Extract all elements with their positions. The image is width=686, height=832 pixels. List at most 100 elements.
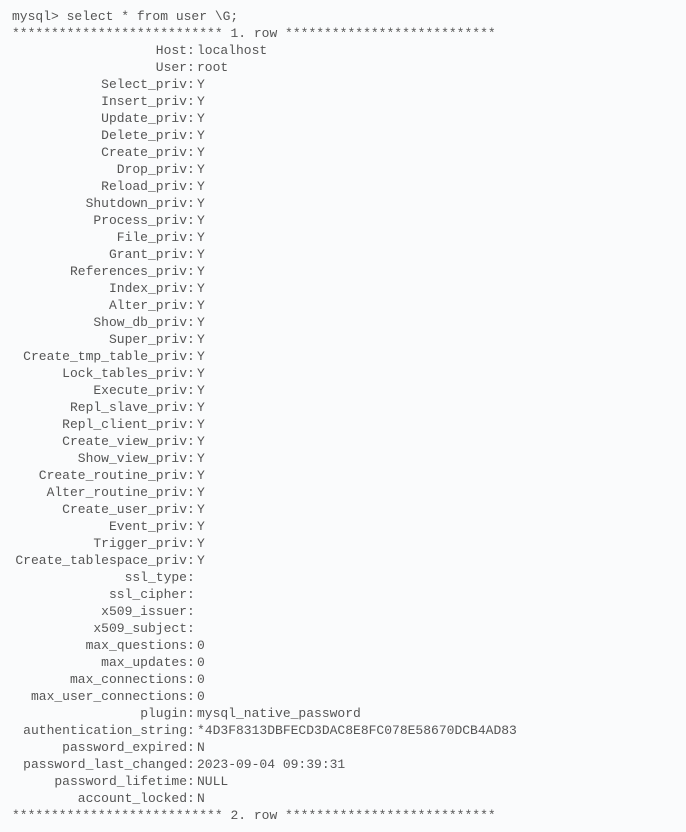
field-value: Y <box>195 382 205 399</box>
field-row: x509_subject: <box>12 620 674 637</box>
field-value: Y <box>195 501 205 518</box>
field-row: Create_view_priv:Y <box>12 433 674 450</box>
field-colon: : <box>187 722 195 739</box>
field-value: N <box>195 790 205 807</box>
field-row: User:root <box>12 59 674 76</box>
field-value: Y <box>195 76 205 93</box>
field-value: 0 <box>195 637 205 654</box>
field-name: x509_issuer <box>12 603 187 620</box>
field-colon: : <box>187 246 195 263</box>
field-row: Process_priv:Y <box>12 212 674 229</box>
field-value: Y <box>195 331 205 348</box>
field-name: Event_priv <box>12 518 187 535</box>
field-row: x509_issuer: <box>12 603 674 620</box>
field-colon: : <box>187 42 195 59</box>
field-value: Y <box>195 161 205 178</box>
field-value: Y <box>195 178 205 195</box>
field-value: Y <box>195 348 205 365</box>
field-name: password_expired <box>12 739 187 756</box>
field-value: Y <box>195 518 205 535</box>
field-row: Event_priv:Y <box>12 518 674 535</box>
field-value: N <box>195 739 205 756</box>
field-row: File_priv:Y <box>12 229 674 246</box>
field-colon: : <box>187 93 195 110</box>
field-name: max_user_connections <box>12 688 187 705</box>
field-name: Alter_routine_priv <box>12 484 187 501</box>
field-row: account_locked:N <box>12 790 674 807</box>
field-colon: : <box>187 773 195 790</box>
field-colon: : <box>187 433 195 450</box>
field-row: Repl_slave_priv:Y <box>12 399 674 416</box>
field-row: Create_tablespace_priv:Y <box>12 552 674 569</box>
field-colon: : <box>187 739 195 756</box>
field-value: Y <box>195 127 205 144</box>
field-name: Create_view_priv <box>12 433 187 450</box>
field-name: Create_tmp_table_priv <box>12 348 187 365</box>
field-name: Repl_slave_priv <box>12 399 187 416</box>
field-name: Shutdown_priv <box>12 195 187 212</box>
field-colon: : <box>187 348 195 365</box>
field-row: max_connections:0 <box>12 671 674 688</box>
field-row: Host:localhost <box>12 42 674 59</box>
field-value: Y <box>195 484 205 501</box>
field-value: Y <box>195 144 205 161</box>
field-row: password_expired:N <box>12 739 674 756</box>
field-row: References_priv:Y <box>12 263 674 280</box>
field-row: max_questions:0 <box>12 637 674 654</box>
field-colon: : <box>187 705 195 722</box>
field-colon: : <box>187 76 195 93</box>
field-row: max_user_connections:0 <box>12 688 674 705</box>
field-value: Y <box>195 552 205 569</box>
field-value: root <box>195 59 228 76</box>
fields-list: Host:localhostUser:rootSelect_priv:YInse… <box>12 42 674 807</box>
field-colon: : <box>187 450 195 467</box>
field-colon: : <box>187 314 195 331</box>
field-colon: : <box>187 399 195 416</box>
field-value: Y <box>195 450 205 467</box>
field-row: Create_user_priv:Y <box>12 501 674 518</box>
row-separator-1: *************************** 1. row *****… <box>12 25 674 42</box>
field-row: Grant_priv:Y <box>12 246 674 263</box>
field-value <box>195 603 197 620</box>
field-value: Y <box>195 467 205 484</box>
field-row: Alter_routine_priv:Y <box>12 484 674 501</box>
field-name: Alter_priv <box>12 297 187 314</box>
field-colon: : <box>187 790 195 807</box>
field-colon: : <box>187 620 195 637</box>
field-name: max_updates <box>12 654 187 671</box>
field-value: Y <box>195 297 205 314</box>
field-name: Process_priv <box>12 212 187 229</box>
field-row: ssl_cipher: <box>12 586 674 603</box>
field-row: ssl_type: <box>12 569 674 586</box>
field-value <box>195 620 197 637</box>
sql-prompt-line: mysql> select * from user \G; <box>12 8 674 25</box>
field-name: Create_priv <box>12 144 187 161</box>
field-colon: : <box>187 195 195 212</box>
field-colon: : <box>187 178 195 195</box>
field-colon: : <box>187 756 195 773</box>
field-name: File_priv <box>12 229 187 246</box>
field-name: password_lifetime <box>12 773 187 790</box>
field-row: Lock_tables_priv:Y <box>12 365 674 382</box>
field-colon: : <box>187 603 195 620</box>
field-name: Super_priv <box>12 331 187 348</box>
field-value <box>195 586 197 603</box>
field-value: Y <box>195 280 205 297</box>
row-separator-2: *************************** 2. row *****… <box>12 807 674 824</box>
field-colon: : <box>187 518 195 535</box>
field-value <box>195 569 197 586</box>
field-colon: : <box>187 586 195 603</box>
field-name: x509_subject <box>12 620 187 637</box>
field-value: 2023-09-04 09:39:31 <box>195 756 345 773</box>
field-colon: : <box>187 416 195 433</box>
field-name: max_questions <box>12 637 187 654</box>
field-row: Create_routine_priv:Y <box>12 467 674 484</box>
field-name: Create_tablespace_priv <box>12 552 187 569</box>
field-colon: : <box>187 637 195 654</box>
field-colon: : <box>187 552 195 569</box>
field-row: password_last_changed:2023-09-04 09:39:3… <box>12 756 674 773</box>
field-row: Repl_client_priv:Y <box>12 416 674 433</box>
field-name: Update_priv <box>12 110 187 127</box>
field-colon: : <box>187 263 195 280</box>
field-name: Create_routine_priv <box>12 467 187 484</box>
